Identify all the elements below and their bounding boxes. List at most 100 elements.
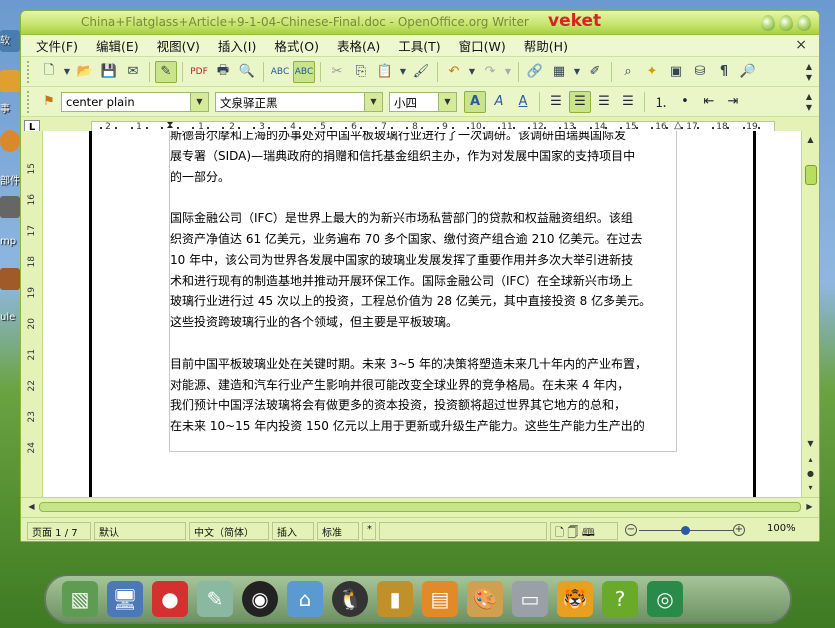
monitor-icon[interactable]: 🖥	[107, 581, 143, 617]
autospellcheck-icon[interactable]: ABC	[293, 60, 315, 83]
bold-icon[interactable]: A	[464, 90, 486, 113]
open-folder-icon[interactable]: 📂	[74, 61, 96, 83]
selection-mode[interactable]: 标准	[317, 521, 359, 540]
spellcheck-icon[interactable]: ABC	[269, 61, 291, 83]
scroll-down-icon[interactable]: ▼	[804, 437, 817, 450]
document-area[interactable]: 15 16 17 18 19 20 21 22 23 24 斯德哥尔摩和上海的办…	[21, 131, 801, 497]
zoom-icon[interactable]: 🔎	[737, 61, 759, 83]
formatting-marks-icon[interactable]: ¶	[713, 61, 735, 83]
chevron-down-icon[interactable]: ▼	[190, 92, 208, 111]
zoom-out-icon[interactable]: −	[625, 523, 637, 536]
numbering-icon[interactable]: ⒈	[650, 91, 672, 113]
vertical-ruler[interactable]: 15 16 17 18 19 20 21 22 23 24	[21, 131, 43, 497]
page-indicator[interactable]: 页面 1 / 7	[27, 521, 91, 540]
toolbar-grip[interactable]	[27, 90, 33, 113]
format-paintbrush-icon[interactable]: 🖌	[410, 61, 432, 83]
character-app-icon[interactable]: ●	[152, 581, 188, 617]
left-indent-marker[interactable]: ⧗	[166, 120, 173, 131]
media-player-icon[interactable]: ◉	[242, 581, 278, 617]
menu-view[interactable]: 视图(V)	[148, 36, 209, 55]
toolbar-overflow-icon[interactable]: ▲ ▼	[803, 61, 815, 83]
new-document-icon[interactable]: 🗋	[38, 61, 60, 83]
redo-icon[interactable]: ↷	[479, 61, 501, 83]
decrease-indent-icon[interactable]: ⇤	[698, 91, 720, 113]
paragraph-style-combo[interactable]: center plain ▼	[61, 91, 209, 112]
save-icon[interactable]: 💾	[98, 61, 120, 83]
font-size-combo[interactable]: 小四 ▼	[389, 91, 457, 112]
navigator-icon[interactable]: ✦	[641, 61, 663, 83]
vertical-scrollbar[interactable]: ▲ ▼ ▴ ● ▾	[801, 131, 819, 497]
previous-page-icon[interactable]: ▴	[804, 453, 817, 466]
zoom-value[interactable]: 100%	[763, 522, 801, 540]
hyperlink-icon[interactable]: 🔗	[524, 61, 546, 83]
scroll-thumb[interactable]	[805, 165, 817, 185]
styles-formatting-icon[interactable]: ⚑	[38, 91, 60, 113]
edit-mode-icon[interactable]: ✎	[155, 60, 177, 83]
justify-icon[interactable]: ☰	[617, 91, 639, 113]
zoom-slider[interactable]: − +	[625, 522, 745, 540]
scroll-thumb[interactable]	[39, 502, 801, 512]
scroll-left-icon[interactable]: ◀	[25, 500, 38, 513]
undo-dropdown-icon[interactable]: ▼	[467, 61, 477, 83]
menu-insert[interactable]: 插入(I)	[209, 36, 265, 55]
tiger-app-icon[interactable]: 🐯	[557, 581, 593, 617]
photo-app-icon[interactable]: ▧	[62, 581, 98, 617]
insert-mode[interactable]: 插入	[272, 521, 314, 540]
maximize-button[interactable]	[779, 15, 793, 31]
menu-window[interactable]: 窗口(W)	[450, 36, 515, 55]
menu-format[interactable]: 格式(O)	[265, 36, 328, 55]
undo-icon[interactable]: ↶	[443, 61, 465, 83]
presentation-icon[interactable]: ▤	[422, 581, 458, 617]
network-icon[interactable]: ⌂	[287, 581, 323, 617]
find-replace-icon[interactable]: ⌕	[617, 61, 639, 83]
paste-icon[interactable]: 📋	[374, 61, 396, 83]
navigation-icon[interactable]: ●	[804, 467, 817, 480]
penguin-icon[interactable]: 🐧	[332, 581, 368, 617]
toolbar-grip[interactable]	[27, 60, 33, 83]
close-window-button[interactable]	[797, 15, 811, 31]
export-pdf-icon[interactable]: PDF	[188, 61, 210, 83]
menu-tools[interactable]: 工具(T)	[389, 36, 449, 55]
italic-icon[interactable]: A	[488, 91, 510, 113]
align-left-icon[interactable]: ☰	[545, 91, 567, 113]
bullets-icon[interactable]: •	[674, 91, 696, 113]
print-preview-icon[interactable]: 🔍	[236, 61, 258, 83]
camera-icon[interactable]: ◎	[647, 581, 683, 617]
scroll-up-icon[interactable]: ▲	[804, 133, 817, 146]
align-center-icon[interactable]: ☰	[569, 90, 591, 113]
menu-edit[interactable]: 编辑(E)	[87, 36, 148, 55]
table-dropdown-icon[interactable]: ▼	[572, 61, 582, 83]
horizontal-scrollbar[interactable]: ◀ ▶	[21, 497, 819, 515]
desktop-app-icon[interactable]	[0, 268, 20, 290]
view-layout[interactable]: 🗋 🗍 🕮	[550, 521, 618, 540]
page-style[interactable]: 默认	[94, 521, 186, 540]
minimize-button[interactable]	[761, 15, 775, 31]
gallery-icon[interactable]: ▣	[665, 61, 687, 83]
right-indent-marker[interactable]: △	[674, 120, 682, 131]
zoom-knob[interactable]	[681, 525, 690, 535]
new-dropdown-icon[interactable]: ▼	[62, 61, 72, 83]
title-bar[interactable]: China+Flatglass+Article+9-1-04-Chinese-F…	[21, 11, 819, 35]
align-right-icon[interactable]: ☰	[593, 91, 615, 113]
menu-help[interactable]: 帮助(H)	[515, 36, 577, 55]
desktop-app-icon[interactable]	[0, 196, 20, 218]
font-name-combo[interactable]: 文泉驿正黑 ▼	[215, 91, 383, 112]
file-manager-icon[interactable]: ▮	[377, 581, 413, 617]
toolbar-overflow-icon[interactable]: ▲ ▼	[803, 91, 815, 113]
zoom-in-icon[interactable]: +	[733, 523, 745, 536]
next-page-icon[interactable]: ▾	[804, 481, 817, 494]
chevron-down-icon[interactable]: ▼	[438, 92, 456, 111]
usb-drive-icon[interactable]: ▭	[512, 581, 548, 617]
notepad-icon[interactable]: ✎	[197, 581, 233, 617]
scroll-right-icon[interactable]: ▶	[803, 500, 816, 513]
table-icon[interactable]: ▦	[548, 61, 570, 83]
email-icon[interactable]: ✉	[122, 61, 144, 83]
data-sources-icon[interactable]: ⛁	[689, 61, 711, 83]
show-draw-functions-icon[interactable]: ✐	[584, 61, 606, 83]
paint-palette-icon[interactable]: 🎨	[467, 581, 503, 617]
copy-icon[interactable]: ⎘	[350, 61, 372, 83]
paste-dropdown-icon[interactable]: ▼	[398, 61, 408, 83]
chevron-down-icon[interactable]: ▼	[364, 92, 382, 111]
text-body[interactable]: 斯德哥尔摩和上海的办事处对中国平板玻璃行业进行了一次调研。该调研由瑞典国际发 展…	[169, 131, 677, 452]
increase-indent-icon[interactable]: ⇥	[722, 91, 744, 113]
